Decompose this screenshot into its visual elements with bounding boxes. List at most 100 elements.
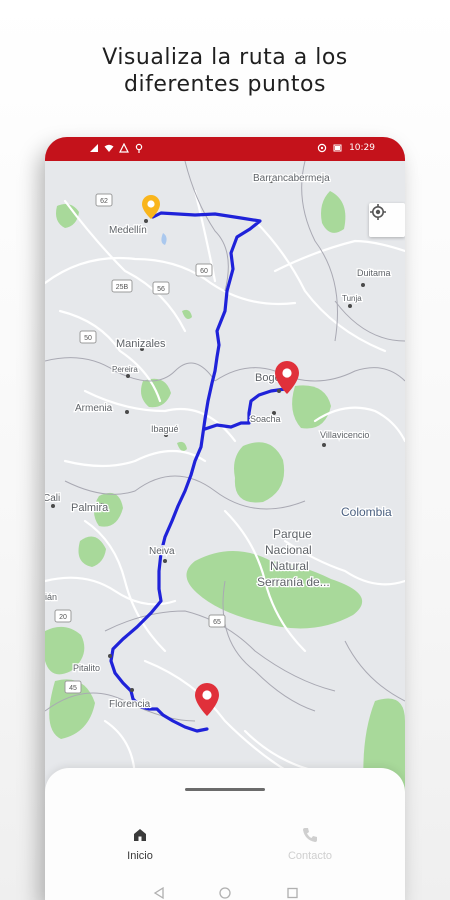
svg-text:60: 60 — [200, 268, 208, 275]
svg-text:45: 45 — [69, 685, 77, 692]
road-6 — [273, 239, 405, 273]
my-location-icon — [370, 204, 386, 220]
water-body — [161, 233, 167, 245]
phone-icon — [303, 828, 317, 842]
shield-56: 56 — [152, 281, 170, 295]
nav-item-inicio[interactable]: Inicio — [105, 826, 175, 862]
label-colombia: Colombia — [341, 505, 392, 519]
shield-25b: 25B — [111, 279, 133, 293]
label-villavicencio: Villavicencio — [320, 430, 369, 440]
label-park-1: Parque — [273, 527, 312, 541]
my-location-button[interactable] — [369, 203, 405, 237]
park-small — [177, 441, 187, 451]
road-5 — [253, 219, 387, 353]
status-left-icons — [89, 143, 144, 153]
park-west-2 — [78, 536, 106, 567]
road-7 — [63, 450, 207, 468]
dot-cali — [51, 504, 55, 508]
nav-label-contacto: Contacto — [287, 850, 333, 862]
label-park-2: Nacional — [265, 543, 312, 557]
label-park-3: Natural — [270, 559, 309, 573]
road-10 — [45, 576, 177, 606]
dot-pereira — [126, 374, 130, 378]
sheet-drag-handle[interactable] — [185, 788, 265, 791]
border-10 — [344, 640, 405, 702]
dot-duitama — [361, 283, 365, 287]
system-navigation-bar — [153, 886, 298, 900]
label-barrancabermeja: Barrancabermeja — [253, 173, 330, 184]
home-icon — [134, 829, 146, 841]
dot-villavicencio — [322, 443, 326, 447]
dot-armenia — [125, 410, 129, 414]
label-duitama: Duitama — [357, 268, 391, 278]
battery-icon — [333, 144, 342, 152]
phone-frame: 10:29 62 60 25B 56 50 65 45 20 Barrancab… — [45, 137, 405, 900]
label-cali: Cali — [45, 493, 60, 504]
alert-icon — [119, 143, 129, 153]
shield-20: 20 — [54, 609, 72, 623]
road-16 — [243, 729, 317, 773]
label-neiva: Neiva — [149, 546, 175, 557]
label-pitalito: Pitalito — [73, 663, 100, 673]
road-1 — [45, 256, 297, 306]
svg-text:20: 20 — [59, 614, 67, 621]
nav-label-inicio: Inicio — [127, 850, 153, 862]
dot-bogota — [277, 389, 281, 393]
map-view[interactable]: 62 60 25B 56 50 65 45 20 Barrancabermeja… — [45, 161, 405, 801]
label-tunja: Tunja — [342, 294, 362, 303]
svg-text:62: 62 — [100, 198, 108, 205]
park-small-2 — [182, 309, 192, 319]
roads — [45, 189, 405, 783]
location-pin-icon — [317, 143, 327, 153]
headline-line-2: diferentes puntos — [124, 72, 326, 97]
label-park-4: Serranía de... — [257, 575, 330, 589]
dot-florencia — [130, 688, 134, 692]
border-8 — [334, 300, 405, 342]
wifi-icon — [104, 144, 114, 152]
label-manizales: Manizales — [116, 338, 166, 350]
marker-florencia[interactable] — [195, 683, 219, 716]
status-bar: 10:29 — [45, 137, 405, 161]
location-icon — [135, 143, 143, 153]
label-palmira: Palmira — [71, 502, 109, 514]
recents-icon[interactable] — [287, 887, 298, 899]
shield-50: 50 — [79, 330, 97, 344]
park-north-east — [321, 191, 346, 233]
label-soacha: Soacha — [250, 414, 281, 424]
shield-62: 62 — [95, 193, 113, 207]
svg-text:50: 50 — [84, 335, 92, 342]
status-time: 10:29 — [349, 143, 375, 153]
road-11 — [143, 659, 307, 783]
nav-item-contacto[interactable]: Contacto — [275, 826, 345, 862]
place-labels: Barrancabermeja Medellín Duitama Tunja M… — [45, 172, 393, 712]
borders — [45, 161, 405, 722]
park-middle-east — [234, 442, 285, 503]
dot-neiva — [163, 559, 167, 563]
shield-65: 65 — [208, 614, 226, 628]
headline: Visualiza la ruta a los diferentes punto… — [0, 44, 450, 98]
label-armenia: Armenia — [75, 403, 113, 414]
green-areas — [45, 191, 405, 801]
shield-45: 45 — [64, 680, 82, 694]
dot-medellin — [144, 219, 148, 223]
label-medellin: Medellín — [109, 225, 147, 236]
home-circle-icon[interactable] — [219, 887, 231, 899]
status-right-area: 10:29 — [317, 143, 375, 153]
dot-pitalito — [108, 654, 112, 658]
label-edge: ián — [45, 592, 57, 602]
label-pereira: Pereira — [112, 365, 138, 374]
svg-text:25B: 25B — [116, 284, 129, 291]
label-ibague: Ibagué — [151, 424, 179, 434]
headline-line-1: Visualiza la ruta a los — [102, 45, 348, 70]
label-florencia: Florencia — [109, 699, 151, 710]
svg-text:56: 56 — [157, 286, 165, 293]
road-3 — [63, 199, 187, 333]
map-canvas[interactable]: 62 60 25B 56 50 65 45 20 Barrancabermeja… — [45, 161, 405, 801]
back-icon[interactable] — [153, 886, 164, 900]
park-bogota — [292, 385, 331, 429]
dot-tunja — [348, 304, 352, 308]
border-2 — [214, 367, 405, 382]
shield-60: 60 — [195, 263, 213, 277]
bottom-sheet[interactable]: Inicio Contacto — [45, 768, 405, 900]
signal-icon — [90, 144, 98, 152]
